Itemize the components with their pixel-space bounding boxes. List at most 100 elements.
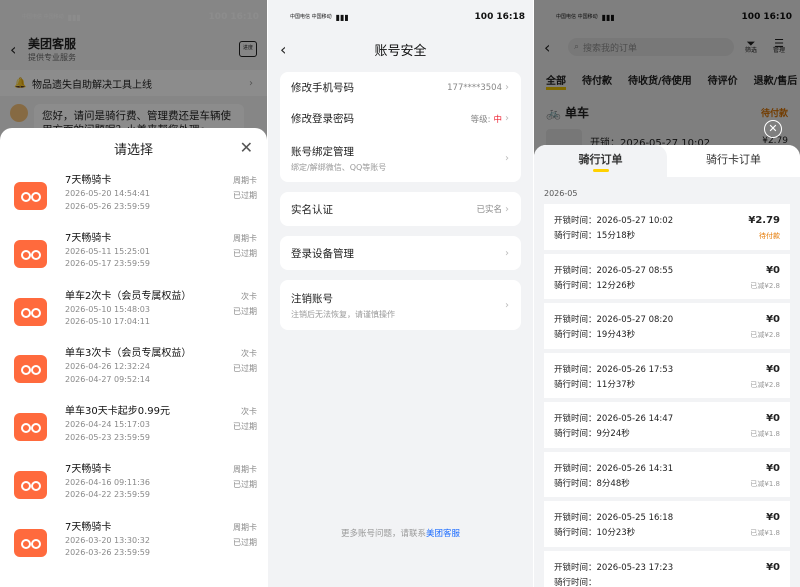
sheet-title: 请选择 [113, 142, 153, 158]
ride-key: 骑行时间： [554, 528, 597, 538]
card-end-time: 2026-05-26 23:59:59 [65, 201, 150, 211]
signal-icon: ▮▮▮ [335, 12, 349, 22]
account-security-screen: 中国电信 中国移动 ▮▮▮ 100 16:18 ‹ 账号安全 修改手机号码 17… [268, 0, 533, 587]
unlock-line: 开锁时间： 2026-05-25 16:18 ¥0 [554, 510, 780, 526]
unlock-key: 开锁时间： [554, 414, 597, 424]
card-status: 已过期 [233, 537, 257, 547]
card-select-sheet: 请选择 ✕ 7天畅骑卡 2026-05-20 14:54:41 2026-05-26… [0, 128, 267, 587]
ride-price: ¥0 [766, 363, 780, 375]
unlock-time: 2026-05-23 17:23 [596, 562, 674, 573]
close-icon[interactable]: ✕ [240, 138, 253, 157]
duration-line: 骑行时间： 11分37秒 已减¥2.8 [554, 378, 780, 393]
card-type: 周期卡 [233, 176, 257, 185]
ride-order-card[interactable]: 开锁时间： 2026-05-23 17:23 ¥0 骑行时间： [544, 550, 790, 587]
ride-order-card[interactable]: 开锁时间： 2026-05-26 17:53 ¥0 骑行时间： 11分37秒 已减¥2.8 [544, 352, 790, 398]
ride-status: 已减¥2.8 [750, 380, 780, 389]
account-binding-row[interactable]: 账号绑定管理 绑定/解绑微信、QQ等账号 › [280, 134, 521, 182]
ride-key: 骑行时间： [554, 478, 597, 489]
tab-card-orders[interactable]: 骑行卡订单 [667, 145, 800, 177]
card-meta: 次卡 已过期 [233, 290, 257, 319]
ride-orders-sheet: 骑行订单 骑行卡订单 2026-05 开锁时间： 2026-05-27 10:02… [534, 145, 800, 587]
card-start-time: 2026-03-20 13:30:32 [65, 535, 150, 545]
card-meta: 次卡 已过期 [233, 347, 257, 376]
card-info: 7天畅骑卡 2026-03-20 13:30:32 2026-03-26 23:59… [47, 521, 233, 560]
chevron-right-icon: › [505, 203, 509, 215]
ride-order-card[interactable]: 开锁时间： 2026-05-26 14:47 ¥0 骑行时间： 9分24秒 已减¥1.8 [544, 402, 790, 448]
unlock-time: 2026-05-25 16:18 [596, 513, 674, 523]
card-end-time: 2026-05-23 23:59:59 [65, 432, 150, 442]
ride-duration: 11分37秒 [596, 379, 636, 390]
tab-ride-orders[interactable]: 骑行订单 [534, 145, 667, 177]
ride-price: ¥0 [766, 413, 780, 424]
card-start-time: 2026-05-11 15:25:01 [65, 246, 150, 256]
card-name: 单车30天卡起步0.99元 [65, 406, 170, 418]
ride-order-card[interactable]: 开锁时间： 2026-05-26 14:31 ¥0 骑行时间： 8分48秒 已减¥1.8 [544, 451, 790, 497]
bike-card-icon [14, 239, 47, 268]
card-meta: 周期卡 已过期 [233, 463, 257, 492]
bike-card-icon [14, 528, 47, 557]
ride-status: 已减¥2.8 [750, 281, 780, 290]
card-info: 7天畅骑卡 2026-05-20 14:54:41 2026-05-26 23:59… [47, 174, 233, 213]
ride-duration: 19分43秒 [596, 330, 636, 340]
card-name: 7天畅骑卡 [65, 175, 112, 186]
card-name: 单车2次卡（会员专属权益） [65, 290, 192, 302]
card-type: 周期卡 [233, 464, 257, 474]
device-management-row[interactable]: 登录设备管理 › [280, 236, 521, 270]
security-group-device: 登录设备管理 › [280, 236, 521, 270]
card-item[interactable]: 单车2次卡（会员专属权益） 2026-05-10 15:48:03 2026-05-… [0, 284, 267, 342]
card-start-time: 2026-05-10 15:48:03 [65, 304, 150, 314]
change-password-row[interactable]: 修改登录密码 等级: 中 › [280, 103, 521, 134]
card-status: 已过期 [233, 422, 257, 432]
card-start-time: 2026-04-16 09:11:36 [65, 477, 150, 487]
realname-status: 已实名 [476, 205, 502, 215]
ride-duration: 8分48秒 [596, 478, 630, 489]
ride-key: 骑行时间： [554, 577, 597, 587]
change-phone-row[interactable]: 修改手机号码 177****3504 › [280, 72, 521, 103]
card-type: 次卡 [241, 407, 257, 417]
duration-line: 骑行时间： 19分43秒 已减¥2.8 [554, 328, 780, 343]
customer-service-link[interactable]: 美团客服 [426, 529, 460, 539]
card-item[interactable]: 单车3次卡（会员专属权益） 2026-04-26 12:32:24 2026-04-… [0, 341, 267, 399]
card-end-time: 2026-03-26 23:59:59 [65, 548, 150, 558]
carrier-text: 中国电信 中国移动 [290, 14, 332, 20]
cancel-account-row[interactable]: 注销账号 注销后无法恢复，请谨慎操作 › [280, 280, 521, 330]
unlock-line: 开锁时间： 2026-05-26 14:47 ¥0 [554, 411, 780, 427]
card-meta: 次卡已过期 [233, 405, 257, 434]
back-chevron-icon[interactable]: ‹ [280, 40, 298, 59]
ride-order-card[interactable]: 开锁时间： 2026-05-27 08:55 ¥0 骑行时间： 12分26秒 已减¥2.8 [544, 253, 790, 299]
ride-status: 已减¥2.8 [750, 331, 780, 339]
card-end-time: 2026-04-22 23:59:59 [65, 490, 150, 500]
unlock-time: 2026-05-26 14:47 [596, 414, 674, 424]
card-item[interactable]: 7天畅骑卡 2026-04-16 09:11:36 2026-04-22 23:59… [0, 457, 267, 515]
close-icon[interactable]: ✕ [764, 120, 782, 138]
duration-line: 骑行时间： 15分18秒 待付款 [554, 229, 780, 244]
ride-order-card[interactable]: 开锁时间： 2026-05-27 08:20 ¥0 骑行时间： 19分43秒 已减¥2.8 [544, 303, 790, 349]
card-item[interactable]: 7天畅骑卡 2026-05-11 15:25:01 2026-05-17 23:59… [0, 226, 267, 284]
month-header: 2026-05 [544, 189, 578, 198]
card-status: 已过期 [233, 364, 257, 374]
card-end-time: 2026-05-17 23:59:59 [65, 259, 150, 269]
ride-order-card[interactable]: 开锁时间： 2026-05-25 16:18 ¥0 骑行时间： 10分23秒 已减¥1.8 [544, 501, 790, 547]
clock: 16:18 [496, 12, 525, 22]
card-item[interactable]: 7天畅骑卡 2026-05-20 14:54:41 2026-05-26 23:59… [0, 168, 267, 226]
card-item[interactable]: 7天畅骑卡 2026-03-20 13:30:32 2026-03-26 23:59… [0, 515, 267, 573]
page-header: ‹ 账号安全 [268, 34, 533, 64]
unlock-time: 2026-05-26 17:53 [596, 364, 674, 375]
unlock-time: 2026-05-27 08:20 [596, 315, 674, 325]
card-item[interactable]: 单车30天卡起步0.99元 2026-04-24 15:17:03 2026-05-… [0, 399, 267, 457]
ride-status: 已减¥1.8 [750, 479, 780, 488]
card-type: 周期卡 [233, 233, 257, 243]
duration-line: 骑行时间： 10分23秒 已减¥1.8 [554, 526, 780, 541]
duration-line: 骑行时间： 8分48秒 已减¥1.8 [554, 477, 780, 492]
ride-order-card[interactable]: 开锁时间： 2026-05-27 10:02 ¥2.79 骑行时间： 15分18秒 待付款 [544, 204, 790, 250]
bike-card-icon [14, 297, 47, 326]
help-footer: 更多账号问题，请联系美团客服 [340, 529, 461, 539]
ride-status: 待付款 [759, 232, 780, 240]
ride-price: ¥0 [766, 462, 780, 474]
ride-key: 骑行时间： [554, 231, 597, 241]
unlock-time: 2026-05-27 10:02 [596, 216, 674, 226]
card-end-time: 2026-05-10 17:04:11 [65, 317, 150, 327]
card-info: 单车30天卡起步0.99元 2026-04-24 15:17:03 2026-05-… [47, 405, 233, 444]
realname-row[interactable]: 实名认证 已实名 › [280, 192, 521, 226]
ride-price: ¥0 [766, 314, 780, 325]
